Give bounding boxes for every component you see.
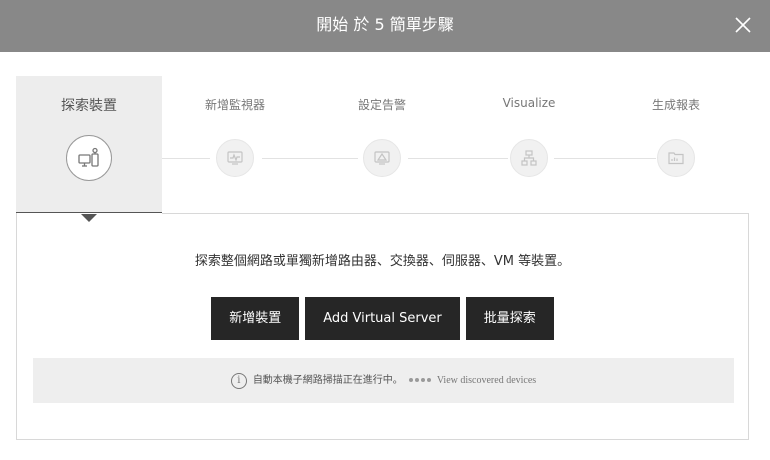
view-discovered-devices-link[interactable]: View discovered devices	[437, 375, 536, 386]
device-discover-icon	[66, 135, 112, 181]
discovery-notice: i 自動本機子網路掃描正在進行中。 View discovered devices	[33, 358, 734, 403]
step-generate-reports[interactable]: 生成報表	[603, 76, 749, 214]
step-label: 生成報表	[651, 98, 700, 112]
add-virtual-server-button[interactable]: Add Virtual Server	[305, 297, 460, 340]
report-icon	[657, 139, 695, 177]
step-configure-alarms[interactable]: 設定告警	[309, 76, 455, 214]
close-icon[interactable]	[728, 10, 758, 40]
loading-dots-icon	[408, 358, 433, 403]
step-label: 探索裝置	[61, 98, 117, 114]
step-description: 探索整個網路或單獨新增路由器、交換器、伺服器、VM 等裝置。	[194, 254, 571, 269]
dialog-title: 開始 於 5 簡單步驟	[316, 15, 454, 34]
alarm-icon	[363, 139, 401, 177]
bulk-discover-button[interactable]: 批量探索	[465, 297, 554, 340]
action-buttons: 新增裝置 Add Virtual Server 批量探索	[17, 297, 748, 340]
step-discover-devices[interactable]: 探索裝置	[16, 76, 162, 214]
dialog-header: 開始 於 5 簡單步驟	[0, 0, 770, 52]
active-step-pointer	[81, 214, 97, 222]
wizard-steps: 探索裝置 新增監視器 設定告警 Visualize 生成報表	[16, 76, 749, 214]
step-label: Visualize	[502, 96, 556, 110]
add-device-button[interactable]: 新增裝置	[211, 297, 300, 340]
step-add-monitor[interactable]: 新增監視器	[162, 76, 308, 214]
step-visualize[interactable]: Visualize	[456, 76, 602, 214]
topology-icon	[510, 139, 548, 177]
notice-text: 自動本機子網路掃描正在進行中。	[252, 375, 403, 386]
info-icon: i	[230, 372, 247, 389]
step-content-panel: 探索整個網路或單獨新增路由器、交換器、伺服器、VM 等裝置。 新增裝置 Add …	[16, 213, 749, 440]
monitor-icon	[216, 139, 254, 177]
panel-divider	[162, 213, 749, 214]
step-label: 設定告警	[357, 98, 406, 112]
step-label: 新增監視器	[204, 98, 265, 112]
